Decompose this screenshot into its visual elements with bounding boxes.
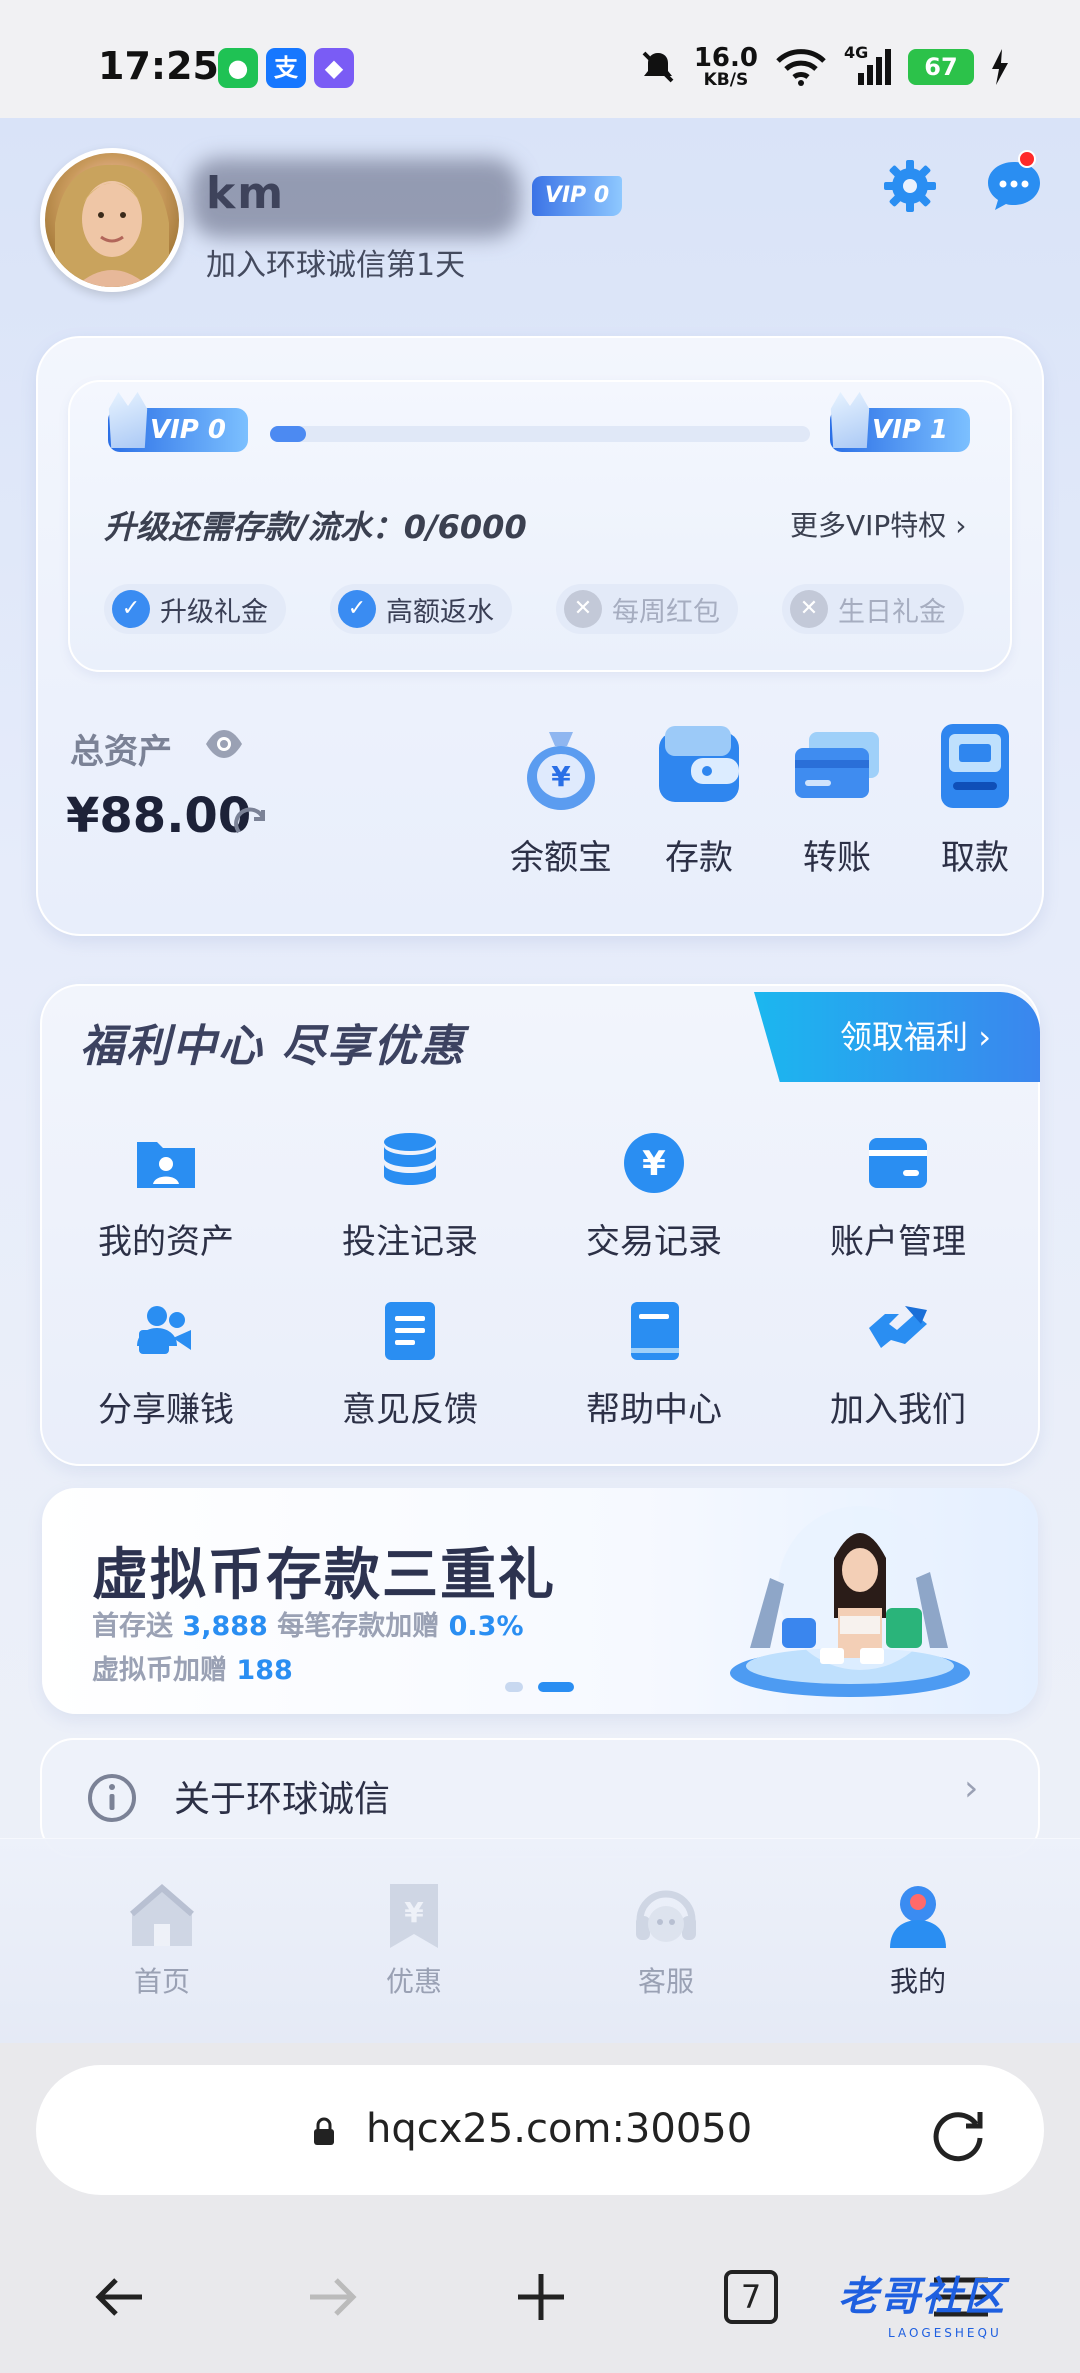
profile-page: km VIP 0 加入环球诚信第1天 VIP 0 VIP 1 升级还需存款/流水… <box>0 118 1080 2043</box>
user-icon <box>882 1880 954 1952</box>
folder-user-icon <box>133 1130 199 1196</box>
claim-welfare-button[interactable]: 领取福利 › <box>754 992 1040 1082</box>
joined-days: 加入环球诚信第1天 <box>206 248 466 283</box>
status-bar: 17:25 ● 支 ◆ 16.0 KB/S 4G 67 <box>0 0 1080 118</box>
database-icon <box>377 1130 443 1196</box>
headset-icon <box>630 1880 702 1952</box>
wechat-icon: ● <box>218 48 258 88</box>
chevron-right-icon: › <box>964 1768 979 1809</box>
avatar[interactable] <box>40 148 184 292</box>
battery-indicator: 67 <box>908 49 974 85</box>
perk-weekly-redpacket: ✕ 每周红包 <box>556 584 738 634</box>
menu-share-earn[interactable]: 分享赚钱 <box>46 1298 286 1431</box>
total-assets-label: 总资产 <box>70 732 172 772</box>
nav-promotions[interactable]: ¥ 优惠 <box>334 1880 494 2000</box>
info-icon <box>88 1774 136 1822</box>
menu-my-assets[interactable]: 我的资产 <box>46 1130 286 1263</box>
handshake-icon <box>865 1298 931 1364</box>
card-transfer-icon <box>789 718 885 814</box>
banner-line-1: 首存送 3,888 每笔存款加赠 0.3% <box>92 1611 524 1642</box>
wifi-icon <box>776 49 826 86</box>
nav-mine[interactable]: 我的 <box>838 1880 998 2000</box>
card-icon <box>865 1130 931 1196</box>
refresh-icon[interactable] <box>232 806 270 844</box>
vip-level-tag: VIP 0 <box>532 176 622 216</box>
banner-title: 虚拟币存款三重礼 <box>92 1543 556 1608</box>
vip-progress-fill <box>270 426 306 442</box>
nav-home[interactable]: 首页 <box>82 1880 242 2000</box>
notification-dot <box>1018 150 1036 168</box>
back-icon[interactable] <box>86 2262 156 2332</box>
check-icon: ✓ <box>112 590 150 628</box>
next-vip-badge: VIP 1 <box>830 392 970 452</box>
network-speed: 16.0 KB/S <box>693 43 758 90</box>
menu-bet-records[interactable]: 投注记录 <box>290 1130 530 1263</box>
carousel-dot-active[interactable] <box>538 1682 574 1692</box>
menu-join-us[interactable]: 加入我们 <box>778 1298 1018 1431</box>
document-icon <box>377 1298 443 1364</box>
atm-icon <box>927 718 1023 814</box>
wallet-icon <box>651 718 747 814</box>
cross-icon: ✕ <box>790 590 828 628</box>
carousel-dot[interactable] <box>505 1682 523 1692</box>
nav-customer-service[interactable]: 客服 <box>586 1880 746 2000</box>
alipay-icon: 支 <box>266 48 306 88</box>
action-deposit[interactable]: 存款 <box>634 718 764 879</box>
upgrade-requirement: 升级还需存款/流水：0/6000 <box>104 508 527 546</box>
charging-icon <box>992 49 1008 85</box>
menu-feedback[interactable]: 意见反馈 <box>290 1298 530 1431</box>
tabs-button[interactable]: 7 <box>716 2262 786 2332</box>
vip-progress-track <box>270 426 810 442</box>
money-bag-icon: ¥ <box>513 718 609 814</box>
menu-account-management[interactable]: 账户管理 <box>778 1130 1018 1263</box>
watermark-sub: LAOGESHEQU <box>888 2326 1002 2340</box>
status-time: 17:25 <box>98 44 219 88</box>
perk-upgrade-gift: ✓ 升级礼金 <box>104 584 286 634</box>
share-users-icon <box>133 1298 199 1364</box>
home-icon <box>126 1880 198 1952</box>
book-icon <box>621 1298 687 1364</box>
banner-illustration <box>730 1506 970 1697</box>
reload-icon[interactable] <box>928 2104 988 2164</box>
mute-icon <box>642 51 674 83</box>
new-tab-icon[interactable] <box>506 2262 576 2332</box>
more-vip-link[interactable]: 更多VIP特权 › <box>790 504 966 544</box>
gear-icon[interactable] <box>880 156 940 216</box>
svg-text:¥: ¥ <box>551 760 571 793</box>
about-label: 关于环球诚信 <box>174 1779 391 1820</box>
eye-icon[interactable] <box>204 726 244 762</box>
lock-icon <box>314 2117 334 2145</box>
menu-transaction-records[interactable]: ¥ 交易记录 <box>534 1130 774 1263</box>
check-icon: ✓ <box>338 590 376 628</box>
banner-line-2: 虚拟币加赠 188 <box>92 1655 293 1686</box>
message-icon[interactable] <box>984 156 1044 216</box>
signal-icon: 4G <box>844 43 892 87</box>
perk-birthday-gift: ✕ 生日礼金 <box>782 584 964 634</box>
action-transfer[interactable]: 转账 <box>772 718 902 879</box>
shield-app-icon: ◆ <box>314 48 354 88</box>
coupon-icon: ¥ <box>378 1880 450 1952</box>
svg-text:¥: ¥ <box>642 1144 666 1184</box>
cross-icon: ✕ <box>564 590 602 628</box>
watermark: 老哥社区 <box>838 2274 1006 2320</box>
perk-rebate: ✓ 高额返水 <box>330 584 512 634</box>
menu-help-center[interactable]: 帮助中心 <box>534 1298 774 1431</box>
yen-coin-icon: ¥ <box>621 1130 687 1196</box>
action-yuebao[interactable]: ¥ 余额宝 <box>496 718 626 879</box>
url-text[interactable]: hqcx25.com:30050 <box>366 2106 752 2152</box>
current-vip-badge: VIP 0 <box>108 392 248 452</box>
forward-icon[interactable] <box>296 2262 366 2332</box>
chevron-right-icon: › <box>955 509 967 542</box>
chevron-right-icon: › <box>978 1018 991 1056</box>
svg-text:¥: ¥ <box>404 1896 424 1929</box>
action-withdraw[interactable]: 取款 <box>910 718 1040 879</box>
welfare-title: 福利中心 尽享优惠 <box>80 1021 466 1072</box>
username-redaction <box>190 158 520 238</box>
total-assets-value: ¥88.00 <box>66 788 252 844</box>
